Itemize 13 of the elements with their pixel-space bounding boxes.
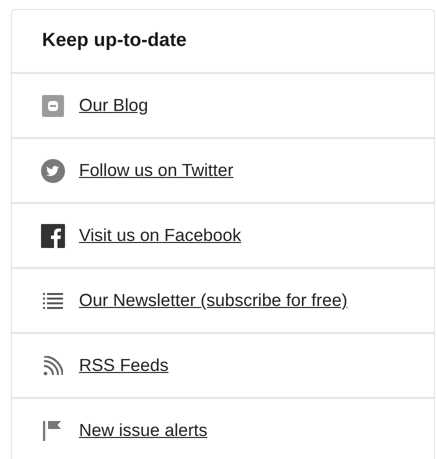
link[interactable]: Our Newsletter (subscribe for free)	[79, 290, 348, 311]
panel-title: Keep up-to-date	[42, 30, 187, 52]
link[interactable]: Visit us on Facebook	[79, 225, 242, 246]
rss-icon	[44, 356, 63, 375]
blog-icon	[42, 94, 64, 116]
list-icon	[43, 292, 63, 308]
link[interactable]: Our Blog	[79, 95, 148, 116]
facebook-icon	[41, 224, 65, 248]
link[interactable]: New issue alerts	[79, 420, 208, 441]
bird-icon	[41, 158, 65, 182]
flag-icon	[43, 420, 61, 440]
link[interactable]: Follow us on Twitter	[79, 160, 234, 181]
link[interactable]: RSS Feeds	[79, 355, 168, 376]
